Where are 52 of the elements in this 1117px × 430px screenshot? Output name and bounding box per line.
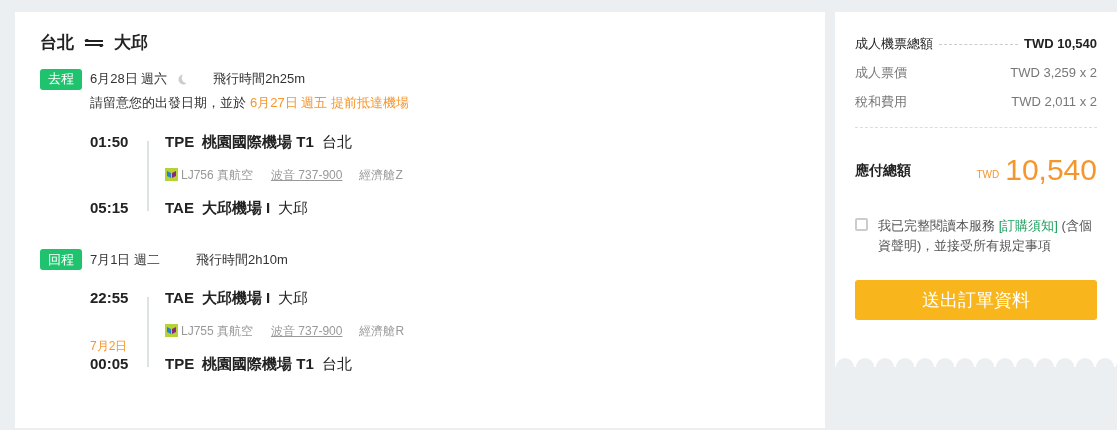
airport-name: 桃園國際機場 T1 xyxy=(202,131,314,152)
cabin-class: 經濟艙R xyxy=(359,322,405,340)
round-trip-icon xyxy=(84,39,104,47)
flight-date: 7月1日 週二 xyxy=(90,250,161,269)
notice-highlight: 6月27日 週五 提前抵達機場 xyxy=(250,94,409,112)
aircraft-link[interactable]: 波音 737-900 xyxy=(271,165,343,184)
agreement-text: 我已完整閱讀本服務 [訂購須知] (含個資聲明)，並接受所有規定事項 xyxy=(878,217,1093,255)
city-name: 台北 xyxy=(321,353,352,374)
amount-due-value: 10,540 xyxy=(1005,152,1097,188)
city-name: 台北 xyxy=(321,131,352,152)
city-name: 大邱 xyxy=(278,197,309,218)
notice-text: 請留意您的出發日期，並於 xyxy=(90,94,246,112)
city-name: 大邱 xyxy=(278,287,309,308)
flight-number: LJ756 真航空 xyxy=(181,166,254,184)
trip-tag: 去程 xyxy=(40,68,82,90)
fare-label: 成人票價 xyxy=(855,64,907,82)
trip-tag: 回程 xyxy=(40,249,82,270)
airport-name: 大邱機場 I xyxy=(201,287,271,308)
airline-logo-icon xyxy=(165,168,178,181)
flight-date: 6月28日 週六 xyxy=(90,70,168,89)
flight-duration: 飛行時間2h25m xyxy=(213,70,306,89)
time-text: 05:15 xyxy=(90,197,130,218)
time-text: 01:50 xyxy=(90,131,130,152)
airport-name: 大邱機場 I xyxy=(201,197,271,218)
time-text: 22:55 xyxy=(90,287,130,308)
arrival-date: 7月2日 xyxy=(90,338,129,353)
amount-due-label: 應付總額 xyxy=(855,160,911,180)
destination-city: 大邱 xyxy=(114,32,148,55)
cabin-class: 經濟艙Z xyxy=(359,166,403,184)
submit-button[interactable]: 送出訂單資料 xyxy=(855,280,1097,320)
timeline-line xyxy=(147,140,149,211)
flight-number: LJ755 真航空 xyxy=(181,322,254,340)
airport-name: 桃園國際機場 T1 xyxy=(202,353,314,374)
flight-duration: 飛行時間2h10m xyxy=(196,250,288,269)
airport-code: TPE xyxy=(165,131,195,152)
moon-icon xyxy=(176,73,188,85)
fare-value: TWD 3,259 x 2 xyxy=(1010,64,1097,82)
time-text: 00:05 xyxy=(90,353,130,374)
agreement-checkbox[interactable] xyxy=(855,218,868,231)
fare-label: 稅和費用 xyxy=(855,93,907,111)
total-value: TWD 10,540 xyxy=(1024,35,1097,54)
terms-link[interactable]: [訂購須知] xyxy=(998,218,1058,233)
aircraft-link[interactable]: 波音 737-900 xyxy=(271,321,343,340)
timeline-line xyxy=(147,296,149,367)
fare-value: TWD 2,011 x 2 xyxy=(1011,93,1097,111)
total-label: 成人機票總額 xyxy=(855,35,933,54)
airline-logo-icon xyxy=(165,324,178,337)
airport-code: TPE xyxy=(165,353,195,374)
airport-code: TAE xyxy=(165,287,194,308)
origin-city: 台北 xyxy=(40,32,74,55)
airport-code: TAE xyxy=(165,197,194,218)
currency-label: TWD xyxy=(976,168,1000,182)
